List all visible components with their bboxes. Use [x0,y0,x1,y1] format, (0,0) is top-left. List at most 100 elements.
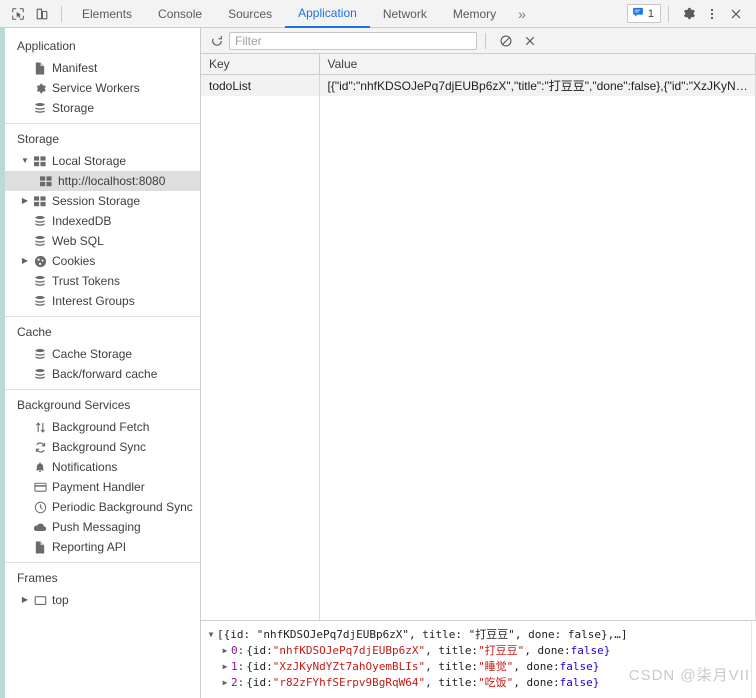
preview-entry-1[interactable]: ▶ 1: {id: "XzJKyNdYZt7ahOyemBLIs" , titl… [205,659,756,675]
preview-entry-title-key: , title: [425,660,479,673]
sidebar-label: Storage [52,101,95,115]
gear-icon[interactable] [676,2,700,26]
sidebar-label: Web SQL [52,234,104,248]
chevron-right-icon[interactable]: ▶ [19,257,31,265]
sidebar-item-back-forward-cache[interactable]: Back/forward cache [5,364,200,384]
preview-entry-done-key: , done: [513,660,560,673]
devtools-tabbar: Elements Console Sources Application Net… [0,0,756,28]
chevron-right-icon[interactable]: ▶ [219,675,231,691]
preview-entry-index: 1: [231,660,245,673]
preview-root-text: [{id: "nhfKDSOJePq7djEUBp6zX", title: "打… [217,628,628,641]
sidebar-item-background-fetch[interactable]: Background Fetch [5,417,200,437]
sidebar-item-manifest[interactable]: Manifest [5,58,200,78]
sidebar-label: Notifications [52,460,118,474]
application-sidebar[interactable]: Application Manifest Service Workers Sto… [5,28,201,698]
sidebar-item-periodic-background-sync[interactable]: Periodic Background Sync [5,497,200,517]
sidebar-item-top-frame[interactable]: ▶ top [5,590,200,610]
cell-value[interactable]: [{"id":"nhfKDSOJePq7djEUBp6zX","title":"… [319,74,756,96]
empty-key-column [201,96,320,620]
refresh-icon[interactable] [205,30,229,52]
tab-network[interactable]: Network [370,0,440,28]
credit-card-icon [31,481,49,493]
sidebar-group-title-storage: Storage [17,132,60,146]
more-vertical-icon[interactable] [700,2,724,26]
sidebar-item-notifications[interactable]: Notifications [5,457,200,477]
tab-console[interactable]: Console [145,0,215,28]
empty-value-column [320,96,756,620]
clear-all-icon[interactable] [494,30,518,52]
sidebar-item-localhost-origin[interactable]: http://localhost:8080 [5,171,200,191]
issues-badge[interactable]: 1 [626,4,661,23]
preview-entry-0[interactable]: ▶ 0: {id: "nhfKDSOJePq7djEUBp6zX" , titl… [205,643,756,659]
chevron-right-icon[interactable]: ▶ [19,596,31,604]
inspect-cursor-icon[interactable] [6,2,30,26]
sidebar-item-trust-tokens[interactable]: Trust Tokens [5,271,200,291]
sidebar-label: Cookies [52,254,96,268]
preview-entry-2[interactable]: ▶ 2: {id: "r82zFYhfSErpv9BgRqW64" , titl… [205,675,756,691]
cloud-icon [31,522,49,533]
sidebar-item-web-sql[interactable]: Web SQL [5,231,200,251]
sidebar-label: Manifest [52,61,98,75]
tab-memory[interactable]: Memory [440,0,509,28]
value-preview-panel[interactable]: ▼ [{id: "nhfKDSOJePq7djEUBp6zX", title: … [201,620,756,698]
preview-entry-id-key: {id: [246,644,273,657]
sidebar-item-local-storage[interactable]: ▼ Local Storage [5,151,200,171]
preview-entry-done-value: false} [570,644,611,657]
delete-x-icon[interactable] [518,30,542,52]
preview-entry-done-key: , done: [513,676,560,689]
close-icon[interactable] [724,2,748,26]
preview-root-line[interactable]: ▼ [{id: "nhfKDSOJePq7djEUBp6zX", title: … [205,627,756,643]
column-header-key[interactable]: Key [201,54,320,75]
tab-elements[interactable]: Elements [69,0,145,28]
sidebar-divider [5,562,200,563]
table-row[interactable]: todoList [{"id":"nhfKDSOJePq7djEUBp6zX",… [201,74,756,96]
gear-icon [31,82,49,95]
tab-sources[interactable]: Sources [215,0,285,28]
chevron-down-icon[interactable]: ▼ [19,157,31,165]
sidebar-item-payment-handler[interactable]: Payment Handler [5,477,200,497]
issues-message-icon [632,6,644,21]
cell-key[interactable]: todoList [201,74,320,96]
sidebar-label: Session Storage [52,194,141,208]
table-grid-icon [31,195,49,207]
chevron-right-icon[interactable]: ▶ [219,659,231,675]
sidebar-item-indexeddb[interactable]: IndexedDB [5,211,200,231]
tab-application[interactable]: Application [285,0,370,28]
sidebar-item-cookies[interactable]: ▶ Cookies [5,251,200,271]
database-icon [31,275,49,288]
device-toolbar-icon[interactable] [30,2,54,26]
database-icon [31,368,49,381]
sidebar-item-storage[interactable]: Storage [5,98,200,118]
sidebar-label: Interest Groups [52,294,135,308]
storage-table-container[interactable]: Key Value todoList [{"id":"nhfKDSOJePq7d… [201,54,756,620]
sidebar-item-background-sync[interactable]: Background Sync [5,437,200,457]
database-icon [31,348,49,361]
clock-icon [31,501,49,514]
storage-table: Key Value todoList [{"id":"nhfKDSOJePq7d… [201,54,756,96]
preview-entry-title-value: "睡觉" [478,660,514,673]
sidebar-item-session-storage[interactable]: ▶ Session Storage [5,191,200,211]
frame-icon [31,595,49,606]
table-empty-area[interactable] [201,96,756,620]
preview-right-edge [751,621,756,698]
sidebar-label: Periodic Background Sync [52,500,193,514]
toolbar-divider [485,32,486,49]
sidebar-label: http://localhost:8080 [58,174,166,188]
chevron-right-icon[interactable]: ▶ [19,197,31,205]
storage-toolbar [201,28,756,54]
filter-input[interactable] [229,31,477,50]
sync-icon [31,441,49,454]
column-header-value[interactable]: Value [319,54,756,75]
more-tabs-button[interactable]: » [509,0,535,28]
preview-entry-done-key: , done: [524,644,571,657]
sidebar-label: Back/forward cache [52,367,158,381]
sidebar-item-interest-groups[interactable]: Interest Groups [5,291,200,311]
sidebar-item-reporting-api[interactable]: Reporting API [5,537,200,557]
sidebar-item-push-messaging[interactable]: Push Messaging [5,517,200,537]
database-icon [31,295,49,308]
sidebar-item-service-workers[interactable]: Service Workers [5,78,200,98]
sidebar-label: IndexedDB [52,214,112,228]
chevron-down-icon[interactable]: ▼ [205,627,217,643]
chevron-right-icon[interactable]: ▶ [219,643,231,659]
sidebar-item-cache-storage[interactable]: Cache Storage [5,344,200,364]
